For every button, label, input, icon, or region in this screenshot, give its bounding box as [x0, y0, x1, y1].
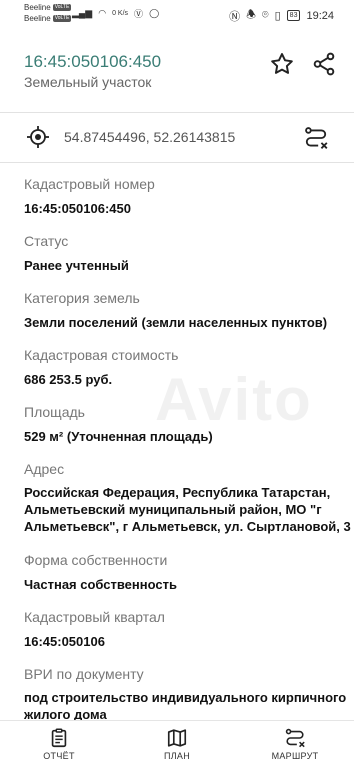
- share-icon: [313, 52, 335, 76]
- field-address: Адрес Российская Федерация, Республика Т…: [24, 459, 354, 535]
- field-cadastral-value: Кадастровая стоимость 686 253.5 руб.: [24, 345, 354, 389]
- report-icon: [51, 728, 67, 748]
- route-icon: [305, 127, 328, 149]
- field-label: Площадь: [24, 404, 85, 420]
- field-label: Форма собственности: [24, 552, 168, 568]
- net-speed: 0 K/s: [112, 10, 129, 17]
- field-label: Категория земель: [24, 290, 140, 306]
- nav-report-label: ОТЧЁТ: [43, 751, 75, 761]
- nfc-icon: Ⓝ: [229, 10, 241, 23]
- field-permitted-use: ВРИ по документу под строительство индив…: [24, 664, 354, 723]
- nav-route-label: МАРШРУТ: [271, 751, 319, 761]
- mute-icon: 🕭: [246, 9, 256, 21]
- coordinates-row[interactable]: 54.87454496, 52.26143815: [0, 112, 354, 162]
- field-status: Статус Ранее учтенный: [24, 231, 354, 275]
- battery-icon: 83: [286, 10, 301, 21]
- share-button[interactable]: [310, 50, 338, 78]
- use-line: под строительство индивидуального кирпич…: [24, 690, 347, 705]
- map-icon: [167, 729, 187, 747]
- coordinates-text: 54.87454496, 52.26143815: [64, 129, 236, 145]
- nav-report[interactable]: ОТЧЁТ: [0, 721, 118, 767]
- object-type: Земельный участок: [24, 74, 152, 90]
- object-header: 16:45:050106:450 Земельный участок: [0, 40, 354, 100]
- field-value: 529 м² (Уточненная площадь): [24, 429, 213, 444]
- volte-badge-1: VoLTE: [52, 4, 72, 11]
- field-ownership: Форма собственности Частная собственност…: [24, 550, 354, 594]
- carrier-info: Beeline VoLTE Beeline VoLTE: [24, 2, 72, 24]
- field-label: ВРИ по документу: [24, 666, 144, 682]
- field-value: под строительство индивидуального кирпич…: [24, 689, 354, 723]
- field-value: Частная собственность: [24, 577, 177, 592]
- vk-icon: Ⓥ: [134, 9, 144, 19]
- bottom-navigation: ОТЧЁТ ПЛАН МАРШРУТ: [0, 720, 354, 767]
- cadastral-number-title: 16:45:050106:450: [24, 52, 162, 71]
- nav-route[interactable]: МАРШРУТ: [236, 721, 354, 767]
- location-icon: ⌾: [262, 9, 269, 21]
- field-cadastral-number: Кадастровый номер 16:45:050106:450: [24, 174, 354, 218]
- address-line: Альметьевский муниципальный район, МО "г: [24, 502, 322, 517]
- vibrate-icon: ▯: [274, 10, 281, 22]
- address-line: Альметьевск", г Альметьевск, ул. Сыртлан…: [24, 519, 351, 534]
- field-cadastral-quarter: Кадастровый квартал 16:45:050106: [24, 607, 354, 651]
- whatsapp-icon: ◯: [149, 8, 160, 18]
- field-label: Адрес: [24, 461, 65, 477]
- star-outline-icon: [271, 53, 293, 74]
- field-value: 686 253.5 руб.: [24, 372, 113, 387]
- notification-icons: ▂▄▆ ◠ 0 K/s Ⓥ ◯: [72, 7, 159, 20]
- system-icons: Ⓝ 🕭 ⌾ ▯ 83 19:24: [229, 6, 334, 25]
- nav-plan[interactable]: ПЛАН: [118, 721, 236, 767]
- field-label: Кадастровый квартал: [24, 609, 165, 625]
- nav-plan-label: ПЛАН: [163, 751, 191, 761]
- field-label: Статус: [24, 233, 69, 249]
- field-value: 16:45:050106:450: [24, 201, 131, 216]
- wifi-icon: ◠: [98, 8, 107, 18]
- route-icon: [285, 728, 305, 748]
- field-land-category: Категория земель Земли поселений (земли …: [24, 288, 354, 332]
- status-bar: Beeline VoLTE Beeline VoLTE ▂▄▆ ◠ 0 K/s Ⓥ …: [0, 0, 354, 26]
- carrier-1: Beeline: [24, 3, 51, 12]
- field-value: 16:45:050106: [24, 634, 105, 649]
- field-value: Российская Федерация, Республика Татарст…: [24, 484, 354, 535]
- divider-coords: [0, 162, 354, 163]
- field-value: Ранее учтенный: [24, 258, 129, 273]
- field-label: Кадастровый номер: [24, 176, 155, 192]
- signal-icon: ▂▄▆: [72, 8, 93, 18]
- field-area: Площадь 529 м² (Уточненная площадь): [24, 402, 354, 446]
- route-button[interactable]: [300, 122, 332, 154]
- address-line: Российская Федерация, Республика Татарст…: [24, 485, 331, 500]
- carrier-2: Beeline: [24, 14, 51, 23]
- favorite-button[interactable]: [268, 50, 296, 78]
- target-icon: [27, 126, 49, 148]
- volte-badge-2: VoLTE: [52, 15, 72, 22]
- field-label: Кадастровая стоимость: [24, 347, 179, 363]
- clock: 19:24: [306, 9, 334, 22]
- field-value: Земли поселений (земли населенных пункто…: [24, 315, 328, 330]
